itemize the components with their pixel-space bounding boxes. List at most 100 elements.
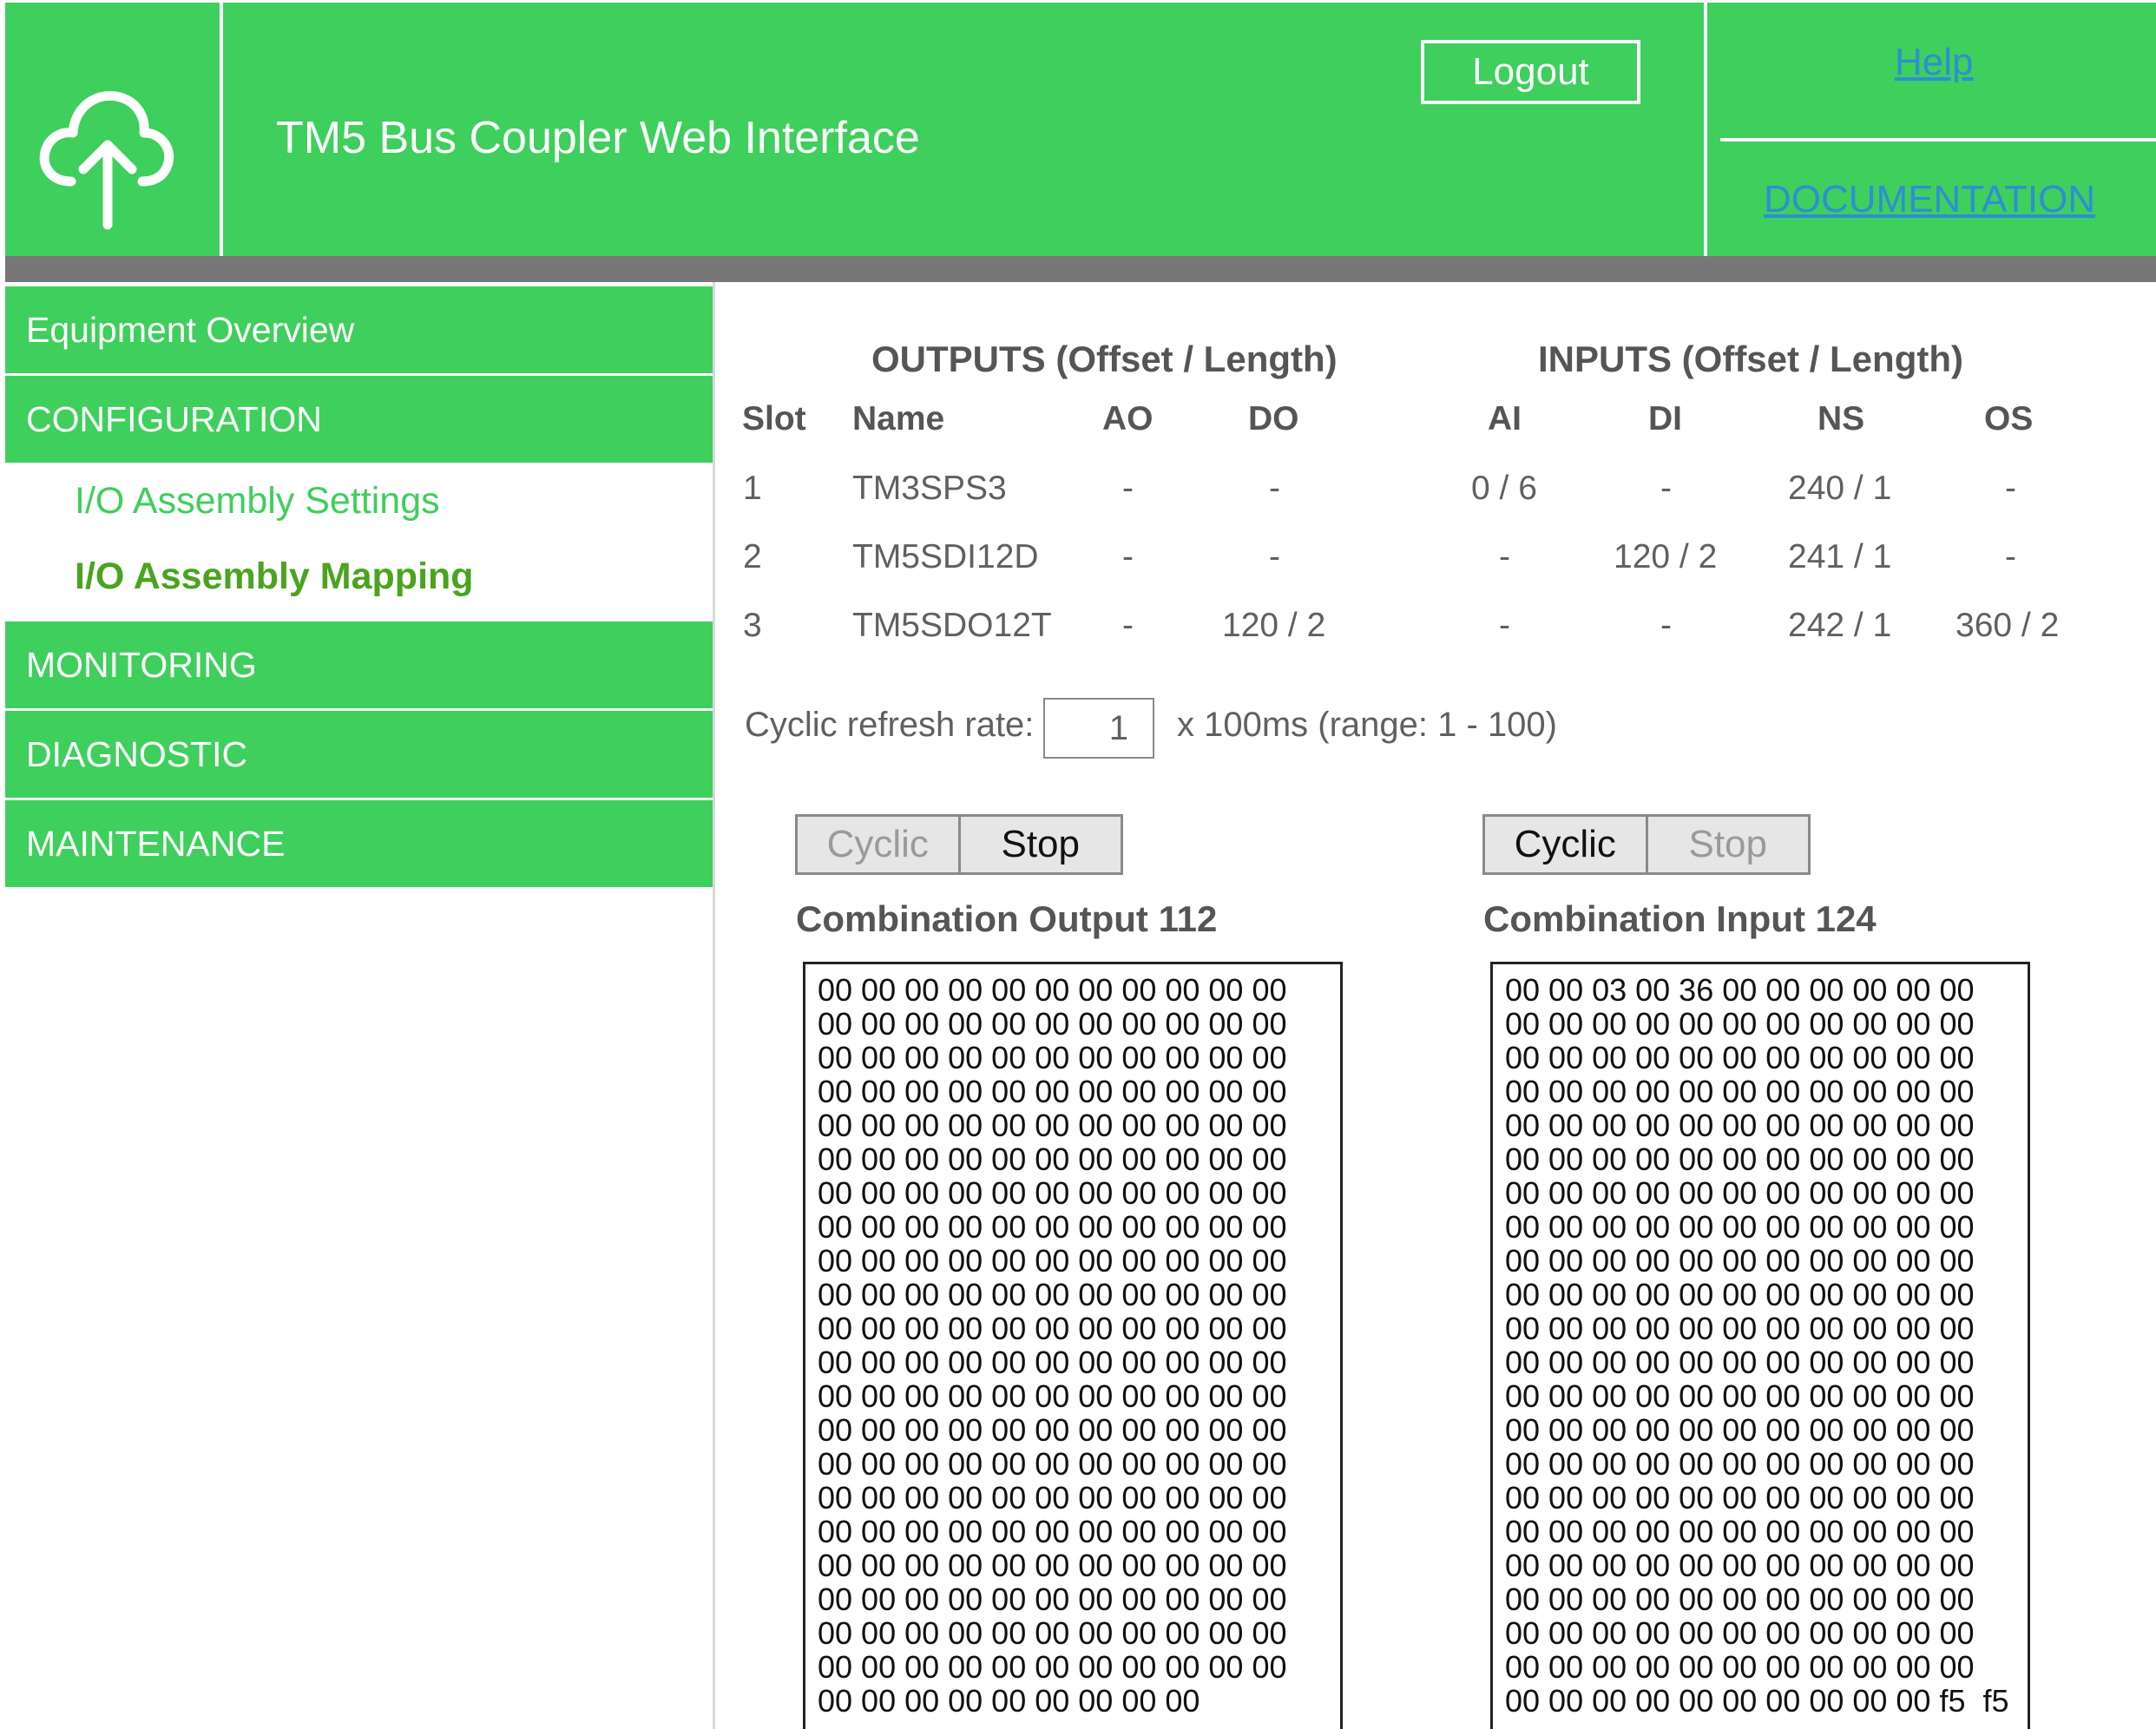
column-header-os: OS bbox=[1984, 400, 2034, 437]
column-header-name: Name bbox=[852, 400, 945, 437]
hex-data-line: 00 00 00 00 00 00 00 00 00 00 00 bbox=[1505, 1514, 1975, 1549]
column-header-ns: NS bbox=[1817, 400, 1865, 437]
outputs-group-header: OUTPUTS (Offset / Length) bbox=[871, 339, 1338, 379]
sidebar-item-diagnostic[interactable]: DIAGNOSTIC bbox=[5, 711, 713, 798]
table-cell-os: - bbox=[2005, 538, 2016, 575]
refresh-rate-unit: x 100ms (range: 1 - 100) bbox=[1177, 706, 1557, 744]
hex-data-line: 00 00 00 00 00 00 00 00 00 00 00 bbox=[1505, 1412, 1975, 1448]
hex-data-line: 00 00 00 00 00 00 00 00 00 00 00 bbox=[818, 1040, 1287, 1075]
hex-data-line: 00 00 00 00 00 00 00 00 00 00 00 bbox=[818, 1108, 1287, 1143]
hex-data-line: 00 00 00 00 00 00 00 00 00 00 00 bbox=[1505, 1378, 1975, 1414]
hex-data-line: 00 00 00 00 00 00 00 00 00 00 00 bbox=[1505, 1006, 1975, 1042]
table-cell-do: - bbox=[1269, 470, 1280, 507]
table-cell-name: TM5SDO12T bbox=[852, 607, 1052, 644]
input-combination-title: Combination Input 124 bbox=[1483, 898, 1877, 939]
output-cyclic-stop-toggle: Cyclic Stop bbox=[795, 814, 1123, 875]
table-cell-ai: - bbox=[1499, 607, 1510, 644]
refresh-rate-label: Cyclic refresh rate: bbox=[745, 706, 1035, 744]
column-header-slot: Slot bbox=[742, 400, 806, 437]
hex-data-line: 00 00 00 00 00 00 00 00 00 00 00 bbox=[1505, 1581, 1975, 1617]
hex-data-line: 00 00 00 00 00 00 00 00 00 00 00 bbox=[818, 1446, 1287, 1482]
input-hex-data-box[interactable]: 00 00 03 00 36 00 00 00 00 00 00 00 00 00… bbox=[1490, 962, 2030, 1729]
table-cell-os: - bbox=[2005, 470, 2016, 507]
hex-data-line: 00 00 00 00 00 00 00 00 00 00 00 bbox=[818, 1243, 1287, 1279]
table-cell-di: - bbox=[1660, 470, 1672, 507]
column-header-do: DO bbox=[1248, 400, 1299, 437]
table-cell-ao: - bbox=[1122, 538, 1134, 575]
hex-data-line: 00 00 00 00 00 00 00 00 00 bbox=[818, 1683, 1200, 1719]
table-cell-di: - bbox=[1660, 607, 1672, 644]
output-combination-title: Combination Output 112 bbox=[796, 898, 1218, 939]
hex-data-line: 00 00 00 00 00 00 00 00 00 00 00 bbox=[818, 1074, 1287, 1109]
table-cell-slot: 1 bbox=[743, 470, 762, 507]
hex-data-line: 00 00 00 00 00 00 00 00 00 00 00 bbox=[1505, 1040, 1975, 1075]
table-cell-slot: 2 bbox=[743, 538, 762, 575]
input-cyclic-button[interactable]: Cyclic bbox=[1485, 817, 1646, 872]
app-title: TM5 Bus Coupler Web Interface bbox=[276, 113, 920, 163]
header: TM5 Bus Coupler Web Interface Logout Hel… bbox=[5, 3, 2156, 256]
hex-data-line: 00 00 00 00 00 00 00 00 00 00 00 bbox=[818, 1277, 1287, 1312]
table-cell-ns: 241 / 1 bbox=[1788, 538, 1892, 575]
hex-data-line: 00 00 00 00 00 00 00 00 00 00 00 bbox=[818, 1480, 1287, 1515]
table-cell-name: TM5SDI12D bbox=[852, 538, 1039, 575]
hex-data-line: 00 00 00 00 00 00 00 00 00 00 00 bbox=[818, 1378, 1287, 1414]
hex-data-line: 00 00 00 00 00 00 00 00 00 00 00 bbox=[1505, 1277, 1975, 1312]
table-cell-ns: 240 / 1 bbox=[1788, 470, 1892, 507]
hex-data-line: 00 00 00 00 00 00 00 00 00 00 00 bbox=[818, 1412, 1287, 1448]
input-cyclic-stop-toggle: Cyclic Stop bbox=[1482, 814, 1811, 875]
sidebar-item-configuration[interactable]: CONFIGURATION bbox=[5, 376, 713, 463]
hex-data-line: 00 00 00 00 00 00 00 00 00 00 00 bbox=[1505, 1480, 1975, 1515]
sidebar-item-equipment-overview[interactable]: Equipment Overview bbox=[5, 286, 713, 373]
hex-data-line: 00 00 00 00 00 00 00 00 00 00 00 bbox=[1505, 1108, 1975, 1143]
sidebar-subitem-io-assembly-settings[interactable]: I/O Assembly Settings bbox=[75, 480, 440, 523]
hex-data-line: 00 00 00 00 00 00 00 00 00 00 00 bbox=[818, 1175, 1287, 1211]
output-cyclic-button[interactable]: Cyclic bbox=[798, 817, 958, 872]
table-cell-do: - bbox=[1269, 538, 1280, 575]
hex-data-line: 00 00 00 00 00 00 00 00 00 00 00 bbox=[818, 1649, 1287, 1685]
hex-data-line: 00 00 00 00 00 00 00 00 00 00 f5 f5 bbox=[1505, 1683, 2009, 1719]
sidebar-item-monitoring[interactable]: MONITORING bbox=[5, 621, 713, 708]
hex-data-line: 00 00 00 00 00 00 00 00 00 00 00 bbox=[818, 972, 1287, 1008]
hex-data-line: 00 00 00 00 00 00 00 00 00 00 00 bbox=[818, 1006, 1287, 1042]
hex-data-line: 00 00 00 00 00 00 00 00 00 00 00 bbox=[1505, 1446, 1975, 1482]
hex-data-line: 00 00 00 00 00 00 00 00 00 00 00 bbox=[818, 1141, 1287, 1177]
hex-data-line: 00 00 00 00 00 00 00 00 00 00 00 bbox=[1505, 1615, 1975, 1651]
column-header-di: DI bbox=[1648, 400, 1682, 437]
table-cell-ns: 242 / 1 bbox=[1788, 607, 1892, 644]
logout-button[interactable]: Logout bbox=[1421, 40, 1640, 104]
link-divider bbox=[1720, 138, 2156, 141]
hex-data-line: 00 00 00 00 00 00 00 00 00 00 00 bbox=[818, 1209, 1287, 1245]
refresh-rate-input[interactable] bbox=[1043, 698, 1154, 759]
hex-data-line: 00 00 00 00 00 00 00 00 00 00 00 bbox=[1505, 1074, 1975, 1109]
hex-data-line: 00 00 00 00 00 00 00 00 00 00 00 bbox=[1505, 1175, 1975, 1211]
hex-data-line: 00 00 00 00 00 00 00 00 00 00 00 bbox=[818, 1311, 1287, 1346]
sidebar-separator bbox=[713, 282, 715, 1729]
hex-data-line: 00 00 00 00 00 00 00 00 00 00 00 bbox=[1505, 1548, 1975, 1583]
hex-data-line: 00 00 00 00 00 00 00 00 00 00 00 bbox=[1505, 1311, 1975, 1346]
help-link[interactable]: Help bbox=[1895, 41, 1974, 84]
table-cell-ao: - bbox=[1122, 470, 1134, 507]
output-stop-button[interactable]: Stop bbox=[957, 817, 1121, 872]
table-cell-slot: 3 bbox=[743, 607, 762, 644]
hex-data-line: 00 00 00 00 00 00 00 00 00 00 00 bbox=[818, 1615, 1287, 1651]
sidebar-subitem-io-assembly-mapping[interactable]: I/O Assembly Mapping bbox=[75, 556, 474, 598]
table-cell-do: 120 / 2 bbox=[1222, 607, 1326, 644]
column-header-ao: AO bbox=[1102, 400, 1154, 437]
hex-data-line: 00 00 00 00 00 00 00 00 00 00 00 bbox=[1505, 1209, 1975, 1245]
hex-data-line: 00 00 00 00 00 00 00 00 00 00 00 bbox=[818, 1514, 1287, 1549]
documentation-link[interactable]: DOCUMENTATION bbox=[1764, 178, 2095, 221]
hex-data-line: 00 00 00 00 00 00 00 00 00 00 00 bbox=[818, 1548, 1287, 1583]
table-cell-di: 120 / 2 bbox=[1614, 538, 1718, 575]
table-cell-os: 360 / 2 bbox=[1956, 607, 2060, 644]
hex-data-line: 00 00 00 00 00 00 00 00 00 00 00 bbox=[818, 1581, 1287, 1617]
header-links: Help DOCUMENTATION bbox=[1704, 3, 2156, 256]
column-header-ai: AI bbox=[1488, 400, 1522, 437]
output-hex-data-box[interactable]: 00 00 00 00 00 00 00 00 00 00 00 00 00 00… bbox=[803, 962, 1343, 1729]
cloud-upload-icon bbox=[39, 90, 174, 230]
table-cell-name: TM3SPS3 bbox=[852, 470, 1007, 507]
hex-data-line: 00 00 00 00 00 00 00 00 00 00 00 bbox=[1505, 1243, 1975, 1279]
hex-data-line: 00 00 00 00 00 00 00 00 00 00 00 bbox=[818, 1344, 1287, 1380]
table-cell-ao: - bbox=[1122, 607, 1134, 644]
sidebar-item-maintenance[interactable]: MAINTENANCE bbox=[5, 800, 713, 887]
input-stop-button[interactable]: Stop bbox=[1645, 817, 1809, 872]
